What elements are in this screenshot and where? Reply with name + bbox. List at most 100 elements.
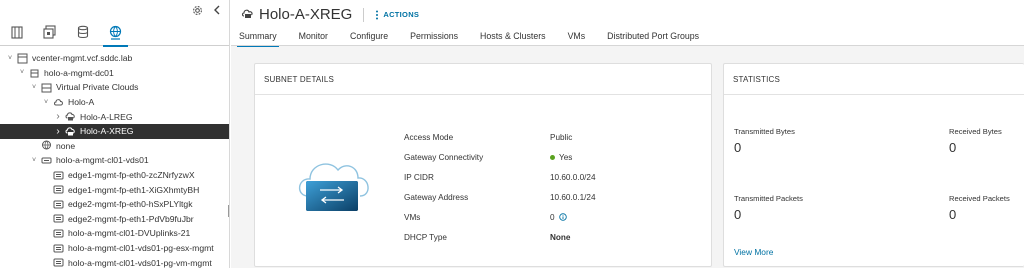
view-more-link[interactable]: View More	[734, 247, 773, 257]
tree-node-label: holo-a-mgmt-dc01	[44, 67, 114, 78]
storage-icon	[76, 25, 90, 41]
tab-hosts-clusters[interactable]	[0, 20, 33, 46]
navigator-toolbar	[0, 0, 229, 20]
portgroup-icon	[52, 243, 64, 254]
tab-vms-templates[interactable]	[33, 20, 66, 46]
tree-node[interactable]: edge1-mgmt-fp-eth1-XiGXhmtyBH	[0, 182, 229, 197]
collapse-panel-icon[interactable]	[211, 4, 223, 16]
property-row: Gateway Address 10.60.0.1/24	[404, 188, 596, 208]
subnet-icon	[241, 7, 254, 22]
info-icon[interactable]	[558, 212, 567, 223]
tree-node[interactable]: ˅ holo-a-mgmt-cl01-vds01	[0, 153, 229, 168]
vpc-folder-icon	[40, 82, 52, 93]
property-value-text: None	[550, 232, 571, 242]
subnet-properties: Access Mode Public Gateway Connectivity Yes…	[404, 128, 596, 247]
object-header: Holo-A-XREG ACTIONS Summary Monitor Config…	[231, 0, 1024, 47]
tree-node-label: edge1-mgmt-fp-eth0-zcZNrfyzwX	[68, 170, 195, 181]
portgroup-icon	[52, 170, 64, 181]
tab-storage[interactable]	[66, 20, 99, 46]
chevron-down-icon[interactable]: ˅	[18, 69, 26, 76]
navigator-tabs	[0, 20, 229, 47]
stat-label: Received Bytes	[949, 127, 1002, 136]
tree-node[interactable]: ˅ holo-a-mgmt-dc01	[0, 66, 229, 81]
page-title: Holo-A-XREG	[259, 6, 353, 23]
property-row: DHCP Type None	[404, 227, 596, 247]
tree-node-label: Holo-A-LREG	[80, 111, 133, 122]
property-value: Yes	[550, 153, 572, 162]
portgroup-icon	[52, 184, 64, 195]
subnet-cloud-illustration-icon	[298, 156, 374, 220]
stat-transmitted-packets: Transmitted Packets 0	[734, 194, 803, 222]
gear-icon[interactable]	[191, 4, 203, 16]
stat-label: Transmitted Bytes	[734, 127, 795, 136]
property-value-text: Public	[550, 133, 573, 143]
tree-node-label: Virtual Private Clouds	[56, 82, 139, 93]
tree-node[interactable]: holo-a-mgmt-cl01-vds01-pg-vm-mgmt	[0, 255, 229, 268]
tree-node[interactable]: › Holo-A-LREG	[0, 109, 229, 124]
actions-menu-button[interactable]: ACTIONS	[375, 10, 419, 20]
property-value-text: 0	[550, 213, 555, 222]
tree-node[interactable]: ˅ Virtual Private Clouds	[0, 80, 229, 95]
networking-icon	[108, 25, 123, 42]
header-divider	[231, 45, 1024, 46]
actions-label: ACTIONS	[383, 10, 420, 19]
portgroup-icon	[52, 213, 64, 224]
tree-node-label: holo-a-mgmt-cl01-DVUplinks-21	[68, 228, 191, 239]
stat-label: Transmitted Packets	[734, 194, 803, 203]
stat-label: Received Packets	[949, 194, 1010, 203]
statistics-card: STATISTICS Transmitted Bytes 0 Received …	[723, 63, 1024, 267]
tree-node-label: Holo-A	[68, 97, 95, 108]
tree-node[interactable]: edge1-mgmt-fp-eth0-zcZNrfyzwX	[0, 168, 229, 183]
tree-node[interactable]: ˅ Holo-A	[0, 95, 229, 110]
statistics-title: STATISTICS	[724, 64, 1024, 95]
tree-node[interactable]: holo-a-mgmt-cl01-vds01-pg-esx-mgmt	[0, 241, 229, 256]
vms-templates-icon	[42, 25, 57, 41]
network-icon	[40, 140, 52, 151]
tab-networking[interactable]	[99, 20, 132, 47]
tree-node[interactable]: holo-a-mgmt-cl01-DVUplinks-21	[0, 226, 229, 241]
tree-node-label: holo-a-mgmt-cl01-vds01-pg-esx-mgmt	[68, 243, 214, 254]
property-row: Access Mode Public	[404, 128, 596, 148]
chevron-down-icon[interactable]: ˅	[6, 55, 14, 62]
status-ok-icon	[550, 155, 555, 161]
property-value-text: 10.60.0.0/24	[550, 173, 596, 183]
property-label: Access Mode	[404, 133, 454, 143]
chevron-down-icon[interactable]: ˅	[30, 157, 38, 164]
subnet-details-title: SUBNET DETAILS	[255, 64, 711, 95]
chevron-right-icon[interactable]: ›	[54, 126, 62, 137]
stat-value: 0	[949, 207, 957, 222]
tree-node-label: Holo-A-XREG	[80, 126, 134, 137]
chevron-down-icon[interactable]: ˅	[30, 84, 38, 91]
property-value: 10.60.0.0/24	[550, 173, 596, 182]
property-value: 0	[550, 212, 567, 223]
stat-transmitted-bytes: Transmitted Bytes 0	[734, 127, 795, 155]
object-title-bar: Holo-A-XREG ACTIONS	[241, 6, 419, 23]
portgroup-icon	[52, 199, 64, 210]
tree-node[interactable]: ˅ vcenter-mgmt.vcf.sddc.lab	[0, 51, 229, 66]
tree-node-label: none	[56, 140, 76, 151]
property-label: VMs	[404, 213, 421, 222]
subnet-icon	[64, 111, 76, 122]
stat-value: 0	[734, 207, 742, 222]
tree-node[interactable]: edge2-mgmt-fp-eth0-hSxPLYltgk	[0, 197, 229, 212]
property-row: VMs 0	[404, 208, 596, 228]
tree-node-label: edge1-mgmt-fp-eth1-XiGXhmtyBH	[68, 184, 200, 195]
chevron-right-icon[interactable]: ›	[54, 111, 62, 122]
tree-node[interactable]: edge2-mgmt-fp-eth1-PdVb9fuJbr	[0, 212, 229, 227]
property-value-text: Yes	[559, 153, 573, 163]
tree-node[interactable]: none	[0, 139, 229, 154]
tree-node[interactable]: › Holo-A-XREG	[0, 123, 229, 139]
vcenter-icon	[16, 53, 28, 64]
hosts-clusters-icon	[10, 25, 24, 41]
inventory-navigator: ˅ vcenter-mgmt.vcf.sddc.lab ˅ holo-a-mgmt-d…	[0, 0, 230, 268]
tree-node-label: edge2-mgmt-fp-eth0-hSxPLYltgk	[68, 199, 193, 210]
tree-node-label: holo-a-mgmt-cl01-vds01-pg-vm-mgmt	[68, 257, 212, 268]
property-label: DHCP Type	[404, 232, 447, 242]
kebab-icon	[376, 10, 379, 19]
navigator-resize-handle[interactable]	[228, 205, 229, 217]
stat-value: 0	[949, 140, 957, 155]
property-value: Public	[550, 133, 572, 142]
portgroup-icon	[52, 228, 64, 239]
chevron-down-icon[interactable]: ˅	[42, 99, 50, 106]
property-label: IP CIDR	[404, 173, 434, 183]
